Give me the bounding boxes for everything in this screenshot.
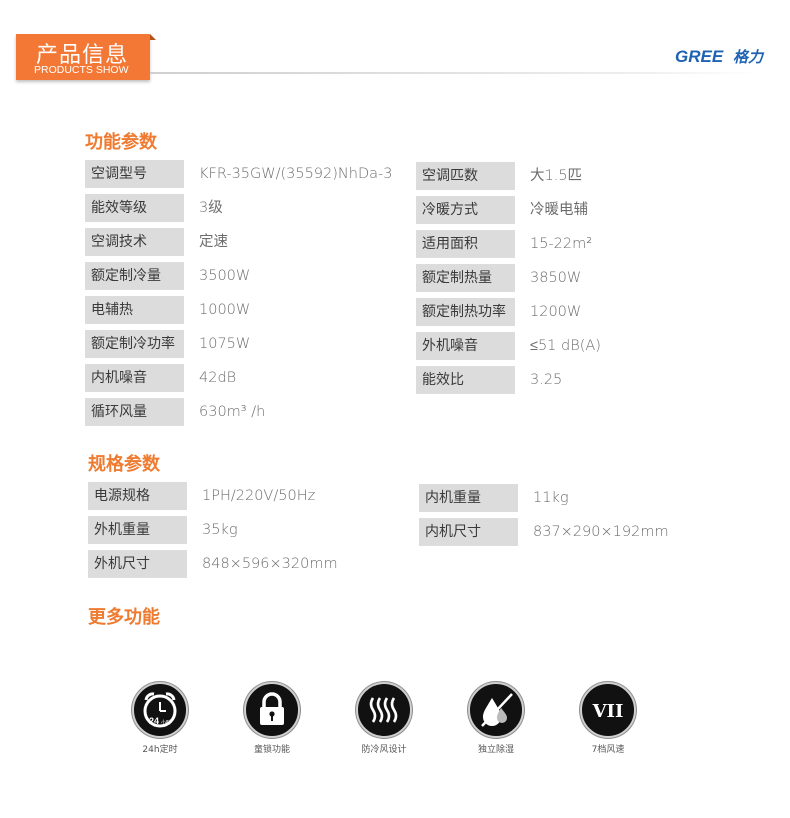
page-header: 产品信息 PRODUCTS SHOW GREE 格力	[0, 0, 790, 90]
spec-value: 3.25	[530, 372, 563, 388]
spec-value: 15-22m²	[530, 236, 593, 252]
header-subtitle: PRODUCTS SHOW	[34, 64, 129, 76]
spec-label: 外机重量	[88, 516, 187, 544]
no-humidity-icon	[468, 682, 524, 738]
feature-child-lock: 童锁功能	[222, 682, 322, 755]
spec-label: 循环风量	[85, 398, 184, 426]
spec-value: 1000W	[199, 302, 251, 318]
spec-label: 空调匹数	[416, 162, 515, 190]
spec-value: 1200W	[530, 304, 582, 320]
spec-value: 1PH/220V/50Hz	[202, 488, 316, 504]
spec-label: 外机尺寸	[88, 550, 187, 578]
spec-value: 3级	[199, 200, 223, 216]
spec-value: 11kg	[533, 490, 569, 506]
svg-text:GREE: GREE	[675, 47, 724, 66]
spec-label: 冷暖方式	[416, 196, 515, 224]
fan-speed-badge: VII	[592, 701, 624, 722]
spec-value: 1075W	[199, 336, 251, 352]
section-title-more: 更多功能	[88, 607, 160, 628]
spec-label: 空调型号	[85, 160, 184, 188]
tab-fold	[150, 34, 156, 40]
svg-text:格力: 格力	[733, 48, 765, 66]
feature-caption: 防冷风设计	[361, 745, 407, 755]
spec-value: 冷暖电辅	[530, 202, 588, 218]
fan-speed-icon: VII	[580, 682, 636, 738]
header-divider	[150, 72, 760, 74]
feature-caption: 24h定时	[142, 745, 178, 755]
spec-value: 大1.5匹	[530, 168, 583, 184]
section-title-spec: 规格参数	[88, 454, 160, 475]
spec-value: 3850W	[530, 270, 582, 286]
spec-label: 能效等级	[85, 194, 184, 222]
spec-label: 外机噪音	[416, 332, 515, 360]
timer-badge-unit: 小时	[161, 719, 171, 726]
feature-caption: 独立除湿	[477, 745, 514, 755]
timer-badge: 24	[149, 716, 159, 726]
feature-anti-cold: 防冷风设计	[334, 682, 434, 755]
alarm-clock-icon: 24 小时	[132, 682, 188, 738]
spec-label: 额定制热功率	[416, 298, 515, 326]
section-title-function: 功能参数	[85, 132, 157, 153]
spec-value: 42dB	[199, 370, 237, 386]
spec-value: KFR-35GW/(35592)NhDa-3	[199, 166, 393, 182]
spec-value: 630m³ /h	[199, 404, 266, 420]
spec-value: ≤51 dB(A)	[530, 338, 601, 354]
spec-value: 定速	[199, 234, 228, 250]
spec-label: 额定制冷功率	[85, 330, 184, 358]
spec-value: 3500W	[199, 268, 251, 284]
section-tab: 产品信息 PRODUCTS SHOW	[16, 34, 156, 80]
feature-dehumidify: 独立除湿	[446, 682, 546, 755]
feature-caption: 7档风速	[591, 745, 625, 755]
spec-label: 内机噪音	[85, 364, 184, 392]
gree-logo: GREE 格力	[675, 47, 765, 66]
spec-label: 电源规格	[88, 482, 187, 510]
heat-waves-icon	[356, 682, 412, 738]
spec-label: 电辅热	[85, 296, 184, 324]
spec-value: 837×290×192mm	[533, 524, 669, 540]
spec-value: 848×596×320mm	[202, 556, 338, 572]
spec-value: 35kg	[202, 522, 238, 538]
feature-timer: 24 小时 24h定时	[110, 682, 210, 755]
feature-fan-speed: VII 7档风速	[558, 682, 658, 755]
spec-label: 空调技术	[85, 228, 184, 256]
spec-label: 额定制热量	[416, 264, 515, 292]
spec-label: 能效比	[416, 366, 515, 394]
spec-label: 内机尺寸	[419, 518, 518, 546]
spec-label: 额定制冷量	[85, 262, 184, 290]
spec-label: 适用面积	[416, 230, 515, 258]
padlock-icon	[244, 682, 300, 738]
spec-label: 内机重量	[419, 484, 518, 512]
feature-caption: 童锁功能	[253, 745, 290, 755]
